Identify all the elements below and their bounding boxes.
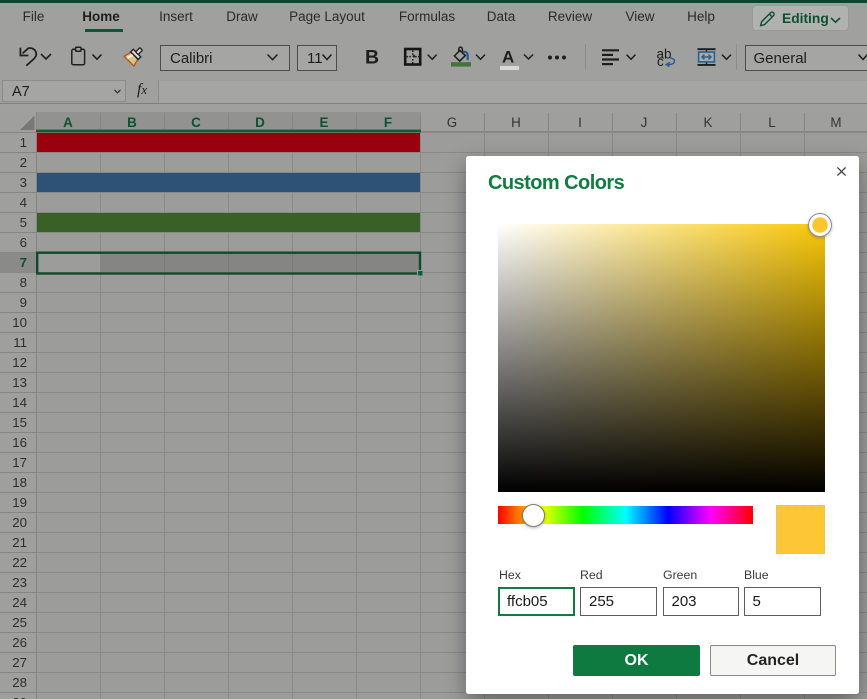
svg-text:A: A (502, 48, 514, 67)
svg-text:10: 10 (12, 315, 27, 330)
svg-text:A: A (63, 115, 73, 130)
svg-text:20: 20 (12, 515, 27, 530)
svg-text:19: 19 (12, 495, 27, 510)
svg-text:14: 14 (12, 395, 27, 410)
svg-text:G: G (447, 115, 457, 130)
svg-text:C: C (191, 115, 201, 130)
svg-text:27: 27 (12, 655, 27, 670)
svg-text:L: L (768, 115, 775, 130)
svg-text:7: 7 (20, 255, 27, 270)
svg-text:13: 13 (12, 375, 27, 390)
svg-text:1: 1 (20, 135, 27, 150)
svg-text:23: 23 (12, 575, 27, 590)
svg-text:29: 29 (12, 695, 27, 699)
svg-text:22: 22 (12, 555, 27, 570)
svg-text:8: 8 (20, 275, 27, 290)
svg-text:15: 15 (12, 415, 27, 430)
svg-text:16: 16 (12, 435, 27, 450)
svg-text:28: 28 (12, 675, 27, 690)
svg-text:5: 5 (20, 215, 27, 230)
svg-text:E: E (320, 115, 329, 130)
svg-text:6: 6 (20, 235, 27, 250)
svg-text:21: 21 (12, 535, 27, 550)
svg-text:11: 11 (13, 335, 27, 350)
svg-text:c: c (657, 54, 664, 69)
svg-text:B: B (127, 115, 137, 130)
svg-text:M: M (830, 115, 841, 130)
svg-text:K: K (704, 115, 713, 130)
svg-text:4: 4 (20, 195, 27, 210)
svg-text:J: J (641, 115, 648, 130)
svg-text:H: H (511, 115, 521, 130)
svg-text:3: 3 (20, 175, 27, 190)
svg-text:2: 2 (20, 155, 27, 170)
svg-text:D: D (255, 115, 265, 130)
svg-text:26: 26 (12, 635, 27, 650)
svg-text:I: I (578, 115, 582, 130)
svg-text:24: 24 (12, 595, 27, 610)
svg-text:9: 9 (20, 295, 27, 310)
svg-text:18: 18 (12, 475, 27, 490)
svg-text:25: 25 (12, 615, 27, 630)
svg-text:17: 17 (12, 455, 27, 470)
svg-text:B: B (365, 47, 379, 69)
svg-text:12: 12 (12, 355, 27, 370)
svg-text:F: F (384, 115, 392, 130)
